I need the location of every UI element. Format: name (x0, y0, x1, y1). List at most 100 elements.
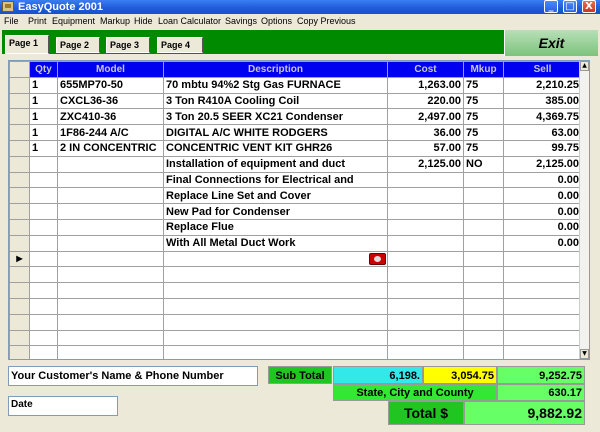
row-selector[interactable] (9, 297, 30, 315)
menu-markup[interactable]: Markup (100, 16, 130, 27)
qty-cell[interactable] (29, 313, 58, 331)
table-row[interactable]: With All Metal Duct Work 0.00 (9, 234, 582, 252)
cost-cell[interactable] (387, 234, 464, 252)
menu-file[interactable]: File (4, 16, 19, 27)
description-cell[interactable]: Installation of equipment and duct (163, 155, 388, 173)
model-cell[interactable]: 1F86-244 A/C (57, 124, 164, 141)
mkup-cell[interactable] (463, 313, 504, 331)
description-cell[interactable]: Replace Line Set and Cover (163, 187, 388, 205)
description-cell[interactable]: Replace Flue (163, 218, 388, 236)
sell-cell[interactable]: 2,125.00 (503, 155, 582, 173)
mkup-cell[interactable]: NO (463, 155, 504, 173)
description-cell[interactable]: Final Connections for Electrical and (163, 171, 388, 189)
row-selector[interactable] (9, 108, 30, 126)
model-cell[interactable] (57, 266, 164, 284)
cost-cell[interactable]: 57.00 (387, 139, 464, 157)
sell-cell[interactable]: 0.00 (503, 234, 582, 252)
active-description-cell[interactable] (163, 250, 388, 268)
tab-page-3[interactable]: Page 3 (106, 37, 150, 53)
column-header-model[interactable]: Model (57, 61, 164, 78)
table-row[interactable]: 1 1F86-244 A/C DIGITAL A/C WHITE RODGERS 36… (9, 124, 582, 141)
qty-cell[interactable]: 1 (29, 124, 58, 141)
customer-name-field[interactable]: Your Customer's Name & Phone Number (8, 366, 258, 386)
table-row[interactable]: New Pad for Condenser 0.00 (9, 203, 582, 220)
description-cell[interactable] (163, 297, 388, 315)
description-cell[interactable] (163, 266, 388, 284)
cost-cell[interactable] (387, 187, 464, 205)
row-selector[interactable] (9, 218, 30, 236)
mkup-cell[interactable] (463, 234, 504, 252)
sell-cell[interactable]: 99.75 (503, 139, 582, 157)
description-cell[interactable]: With All Metal Duct Work (163, 234, 388, 252)
qty-cell[interactable]: 1 (29, 108, 58, 126)
qty-cell[interactable] (29, 297, 58, 315)
mkup-cell[interactable] (463, 218, 504, 236)
column-header-qty[interactable]: Qty (29, 61, 58, 78)
table-row[interactable]: 1 CXCL36-36 3 Ton R410A Cooling Coil 220.00… (9, 92, 582, 110)
sell-cell[interactable] (503, 345, 582, 359)
model-cell[interactable] (57, 155, 164, 173)
sell-cell[interactable] (503, 313, 582, 331)
row-selector[interactable] (9, 282, 30, 299)
qty-cell[interactable] (29, 345, 58, 359)
tab-page-1[interactable]: Page 1 (5, 35, 49, 54)
sell-cell[interactable]: 4,369.75 (503, 108, 582, 126)
description-cell[interactable]: 3 Ton R410A Cooling Coil (163, 92, 388, 110)
cost-cell[interactable] (387, 282, 464, 299)
mkup-cell[interactable] (463, 203, 504, 220)
model-cell[interactable]: 2 IN CONCENTRIC (57, 139, 164, 157)
table-row[interactable]: Final Connections for Electrical and 0.00 (9, 171, 582, 189)
cost-cell[interactable]: 2,125.00 (387, 155, 464, 173)
sell-cell[interactable]: 0.00 (503, 203, 582, 220)
description-cell[interactable]: 3 Ton 20.5 SEER XC21 Condenser (163, 108, 388, 126)
model-cell[interactable]: 655MP70-50 (57, 76, 164, 94)
row-selector[interactable] (9, 313, 30, 331)
model-cell[interactable] (57, 187, 164, 205)
lookup-button-icon[interactable] (369, 252, 386, 265)
qty-cell[interactable]: 1 (29, 92, 58, 110)
qty-cell[interactable] (29, 218, 58, 236)
table-row-empty[interactable]: ▶ (9, 250, 582, 268)
cost-cell[interactable] (387, 297, 464, 315)
sell-cell[interactable] (503, 297, 582, 315)
description-cell[interactable]: 70 mbtu 94%2 Stg Gas FURNACE (163, 76, 388, 94)
sell-cell[interactable] (503, 329, 582, 347)
cost-cell[interactable] (387, 313, 464, 331)
table-row-empty[interactable] (9, 297, 582, 315)
scroll-down-icon[interactable]: ▼ (580, 349, 589, 359)
menu-hide[interactable]: Hide (134, 16, 153, 27)
row-selector[interactable] (9, 187, 30, 205)
mkup-cell[interactable] (463, 345, 504, 359)
qty-cell[interactable] (29, 203, 58, 220)
qty-cell[interactable]: 1 (29, 139, 58, 157)
description-cell[interactable] (163, 329, 388, 347)
table-row[interactable]: 1 655MP70-50 70 mbtu 94%2 Stg Gas FURNACE 1… (9, 76, 582, 94)
cost-cell[interactable] (387, 329, 464, 347)
exit-button[interactable]: Exit (504, 30, 598, 56)
description-cell[interactable]: CONCENTRIC VENT KIT GHR26 (163, 139, 388, 157)
table-row[interactable]: 12 IN CONCENTRIC CONCENTRIC VENT KIT GHR2… (9, 139, 582, 157)
menu-options[interactable]: Options (261, 16, 292, 27)
model-cell[interactable] (57, 313, 164, 331)
model-cell[interactable] (57, 345, 164, 359)
model-cell[interactable] (57, 234, 164, 252)
sell-cell[interactable]: 63.00 (503, 124, 582, 141)
table-row-empty[interactable] (9, 266, 582, 284)
mkup-cell[interactable] (463, 250, 504, 268)
cost-cell[interactable] (387, 266, 464, 284)
cost-cell[interactable]: 2,497.00 (387, 108, 464, 126)
cost-cell[interactable] (387, 203, 464, 220)
mkup-cell[interactable] (463, 282, 504, 299)
row-selector[interactable] (9, 155, 30, 173)
qty-cell[interactable] (29, 155, 58, 173)
table-row-empty[interactable] (9, 313, 582, 331)
model-cell[interactable] (57, 282, 164, 299)
row-selector[interactable] (9, 266, 30, 284)
sell-cell[interactable]: 2,210.25 (503, 76, 582, 94)
qty-cell[interactable] (29, 282, 58, 299)
qty-cell[interactable] (29, 171, 58, 189)
row-selector[interactable] (9, 234, 30, 252)
cost-cell[interactable] (387, 218, 464, 236)
mkup-cell[interactable]: 75 (463, 92, 504, 110)
table-row[interactable]: Installation of equipment and duct 2,125.… (9, 155, 582, 173)
